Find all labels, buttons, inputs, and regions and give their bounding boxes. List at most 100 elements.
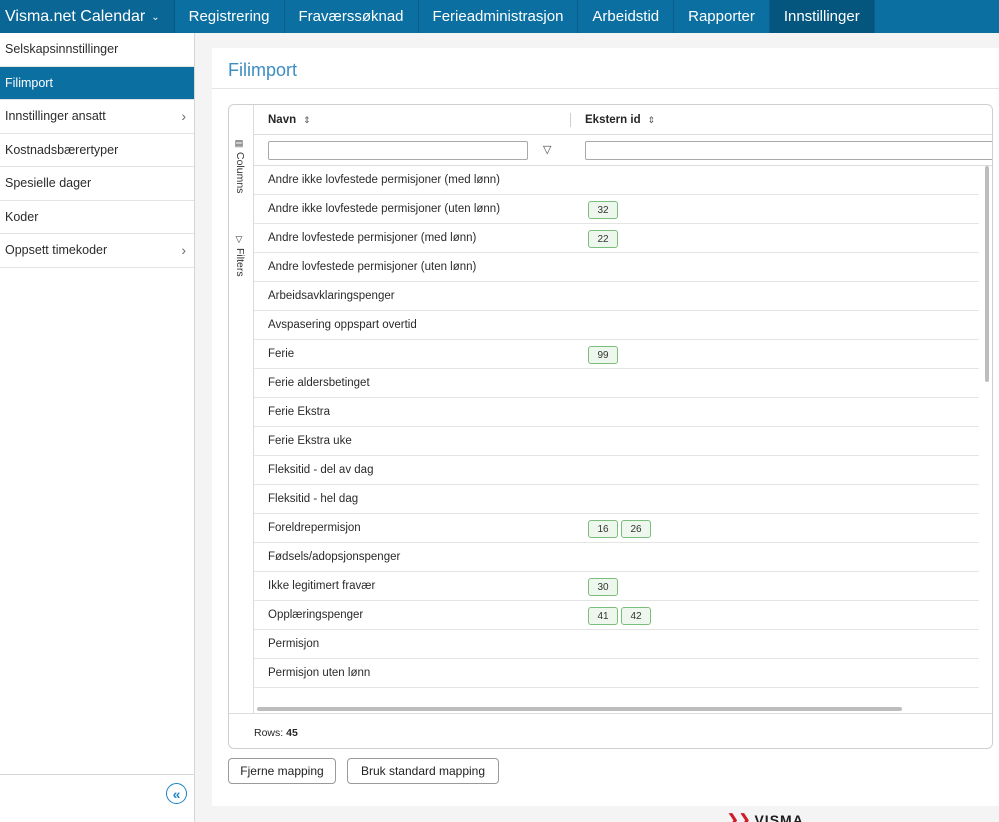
grid-header: Navn ⇕ Ekstern id ⇕ [254,105,992,135]
filter-icon: ▽ [235,235,245,245]
row-count: Rows: 45 [254,727,298,739]
row-name: Ferie Ekstra [268,406,330,418]
filters-tab[interactable]: ▽ Filters [234,235,246,277]
sidebar-item-innstillinger-ansatt[interactable]: Innstillinger ansatt › [0,100,194,134]
external-id-tags: 32 [588,201,618,219]
chevron-right-icon: › [181,242,186,259]
main-panel: Filimport ▤ Columns ▽ Filters Navn ⇕ Eks… [212,48,999,806]
sidebar-item-selskapsinnstillinger[interactable]: Selskapsinnstillinger [0,33,194,67]
columns-tab-label: Columns [234,152,246,194]
external-id-tag[interactable]: 30 [588,578,618,596]
table-row[interactable]: Andre lovfestede permisjoner (med lønn) 2… [254,224,979,253]
sidebar-item-oppsett-timekoder[interactable]: Oppsett timekoder › [0,234,194,268]
row-name: Andre lovfestede permisjoner (uten lønn) [268,261,477,273]
table-row[interactable]: Opplæringspenger 41 42 [254,601,979,630]
table-row[interactable]: Andre ikke lovfestede permisjoner (uten … [254,195,979,224]
table-row[interactable]: Permisjon uten lønn [254,659,979,688]
table-row[interactable]: Arbeidsavklaringspenger [254,282,979,311]
chevron-right-icon: › [181,108,186,125]
sidebar-item-label: Oppsett timekoder [5,243,108,258]
nav-item-frav-rss-knad[interactable]: Fraværssøknad [285,0,419,33]
table-row[interactable]: Ferie aldersbetinget [254,369,979,398]
column-header-external-id[interactable]: Ekstern id ⇕ [585,114,655,126]
columns-icon: ▤ [235,139,245,149]
visma-logo: ❯❯ VISMA [727,811,804,822]
nav-item-arbeidstid[interactable]: Arbeidstid [578,0,675,33]
sidebar-item-label: Koder [5,209,39,224]
table-row[interactable]: Fleksitid - del av dag [254,456,979,485]
nav-item-rapporter[interactable]: Rapporter [674,0,770,33]
row-name: Arbeidsavklaringspenger [268,290,395,302]
sidebar-item-kostnadsb-rertyper[interactable]: Kostnadsbærertyper [0,134,194,167]
column-resize-handle[interactable] [570,113,571,127]
row-name: Foreldrepermisjon [268,522,361,534]
external-id-tag[interactable]: 32 [588,201,618,219]
table-row[interactable]: Ferie Ekstra uke [254,427,979,456]
external-id-tag[interactable]: 99 [588,346,618,364]
external-id-tags: 99 [588,346,618,364]
filter-icon[interactable]: ▽ [543,143,551,156]
row-name: Ferie Ekstra uke [268,435,352,447]
visma-wordmark: VISMA [754,811,804,822]
row-name: Permisjon [268,638,320,650]
data-grid: ▤ Columns ▽ Filters Navn ⇕ Ekstern id ⇕ … [228,104,993,749]
external-id-tag[interactable]: 16 [588,520,618,538]
external-id-tag[interactable]: 22 [588,230,618,248]
top-nav: Visma.net Calendar ⌄ Registrering Fraværs… [0,0,999,33]
column-header-name[interactable]: Navn ⇕ [268,114,311,126]
remove-mapping-button[interactable]: Fjerne mapping [228,758,336,784]
external-id-tag[interactable]: 42 [621,607,651,625]
sidebar: Selskapsinnstillinger Filimport Innstillin… [0,33,195,822]
table-row[interactable]: Fleksitid - hel dag [254,485,979,514]
grid-footer: Rows: 45 [229,713,992,748]
brand-label: Visma.net Calendar [5,7,146,25]
row-name: Permisjon uten lønn [268,667,371,679]
sidebar-item-label: Innstillinger ansatt [5,109,106,124]
table-row[interactable]: Fødsels/adopsjonspenger [254,543,979,572]
external-id-filter-input[interactable] [585,141,992,160]
table-row[interactable]: Andre lovfestede permisjoner (uten lønn) [254,253,979,282]
name-filter-input[interactable] [268,141,528,160]
row-name: Ferie aldersbetinget [268,377,370,389]
sidebar-item-label: Filimport [5,75,53,90]
sidebar-item-label: Kostnadsbærertyper [5,142,119,157]
row-name: Ferie [268,348,295,360]
table-row[interactable]: Ferie Ekstra [254,398,979,427]
vertical-scroll-thumb[interactable] [985,166,989,382]
columns-tab[interactable]: ▤ Columns [234,139,246,193]
table-row[interactable]: Foreldrepermisjon 16 26 [254,514,979,543]
row-name: Fleksitid - hel dag [268,493,359,505]
use-standard-mapping-button[interactable]: Bruk standard mapping [347,758,499,784]
external-id-tags: 16 26 [588,520,651,538]
brand-menu[interactable]: Visma.net Calendar ⌄ [0,0,175,33]
table-row[interactable]: Ferie 99 [254,340,979,369]
chevron-down-icon: ⌄ [151,12,160,23]
nav-item-ferieadministrasjon[interactable]: Ferieadministrasjon [419,0,579,33]
row-name: Ikke legitimert fravær [268,580,376,592]
sort-icon: ⇕ [303,114,311,125]
external-id-tags: 30 [588,578,618,596]
external-id-tags: 41 42 [588,607,651,625]
sidebar-item-spesielle-dager[interactable]: Spesielle dager [0,167,194,201]
row-count-value: 45 [286,727,298,739]
row-name: Avspasering oppspart overtid [268,319,417,331]
sidebar-item-label: Spesielle dager [5,176,92,191]
sidebar-item-label: Selskapsinnstillinger [5,42,119,57]
table-row[interactable]: Andre ikke lovfestede permisjoner (med l… [254,166,979,195]
table-row[interactable]: Ikke legitimert fravær 30 [254,572,979,601]
sidebar-item-filimport[interactable]: Filimport [0,66,194,100]
sidebar-footer: « [0,774,195,822]
table-row[interactable]: Permisjon [254,630,979,659]
external-id-tag[interactable]: 26 [621,520,651,538]
collapse-sidebar-icon[interactable]: « [166,783,187,804]
column-header-name-label: Navn [268,114,297,126]
vertical-scrollbar[interactable] [985,166,989,711]
nav-item-registrering[interactable]: Registrering [175,0,285,33]
horizontal-scrollbar[interactable] [257,707,902,711]
table-row[interactable]: Avspasering oppspart overtid [254,311,979,340]
nav-item-innstillinger[interactable]: Innstillinger [769,0,875,33]
filters-tab-label: Filters [234,248,246,277]
external-id-tag[interactable]: 41 [588,607,618,625]
sidebar-item-koder[interactable]: Koder [0,201,194,234]
row-name: Andre ikke lovfestede permisjoner (uten … [268,203,501,215]
